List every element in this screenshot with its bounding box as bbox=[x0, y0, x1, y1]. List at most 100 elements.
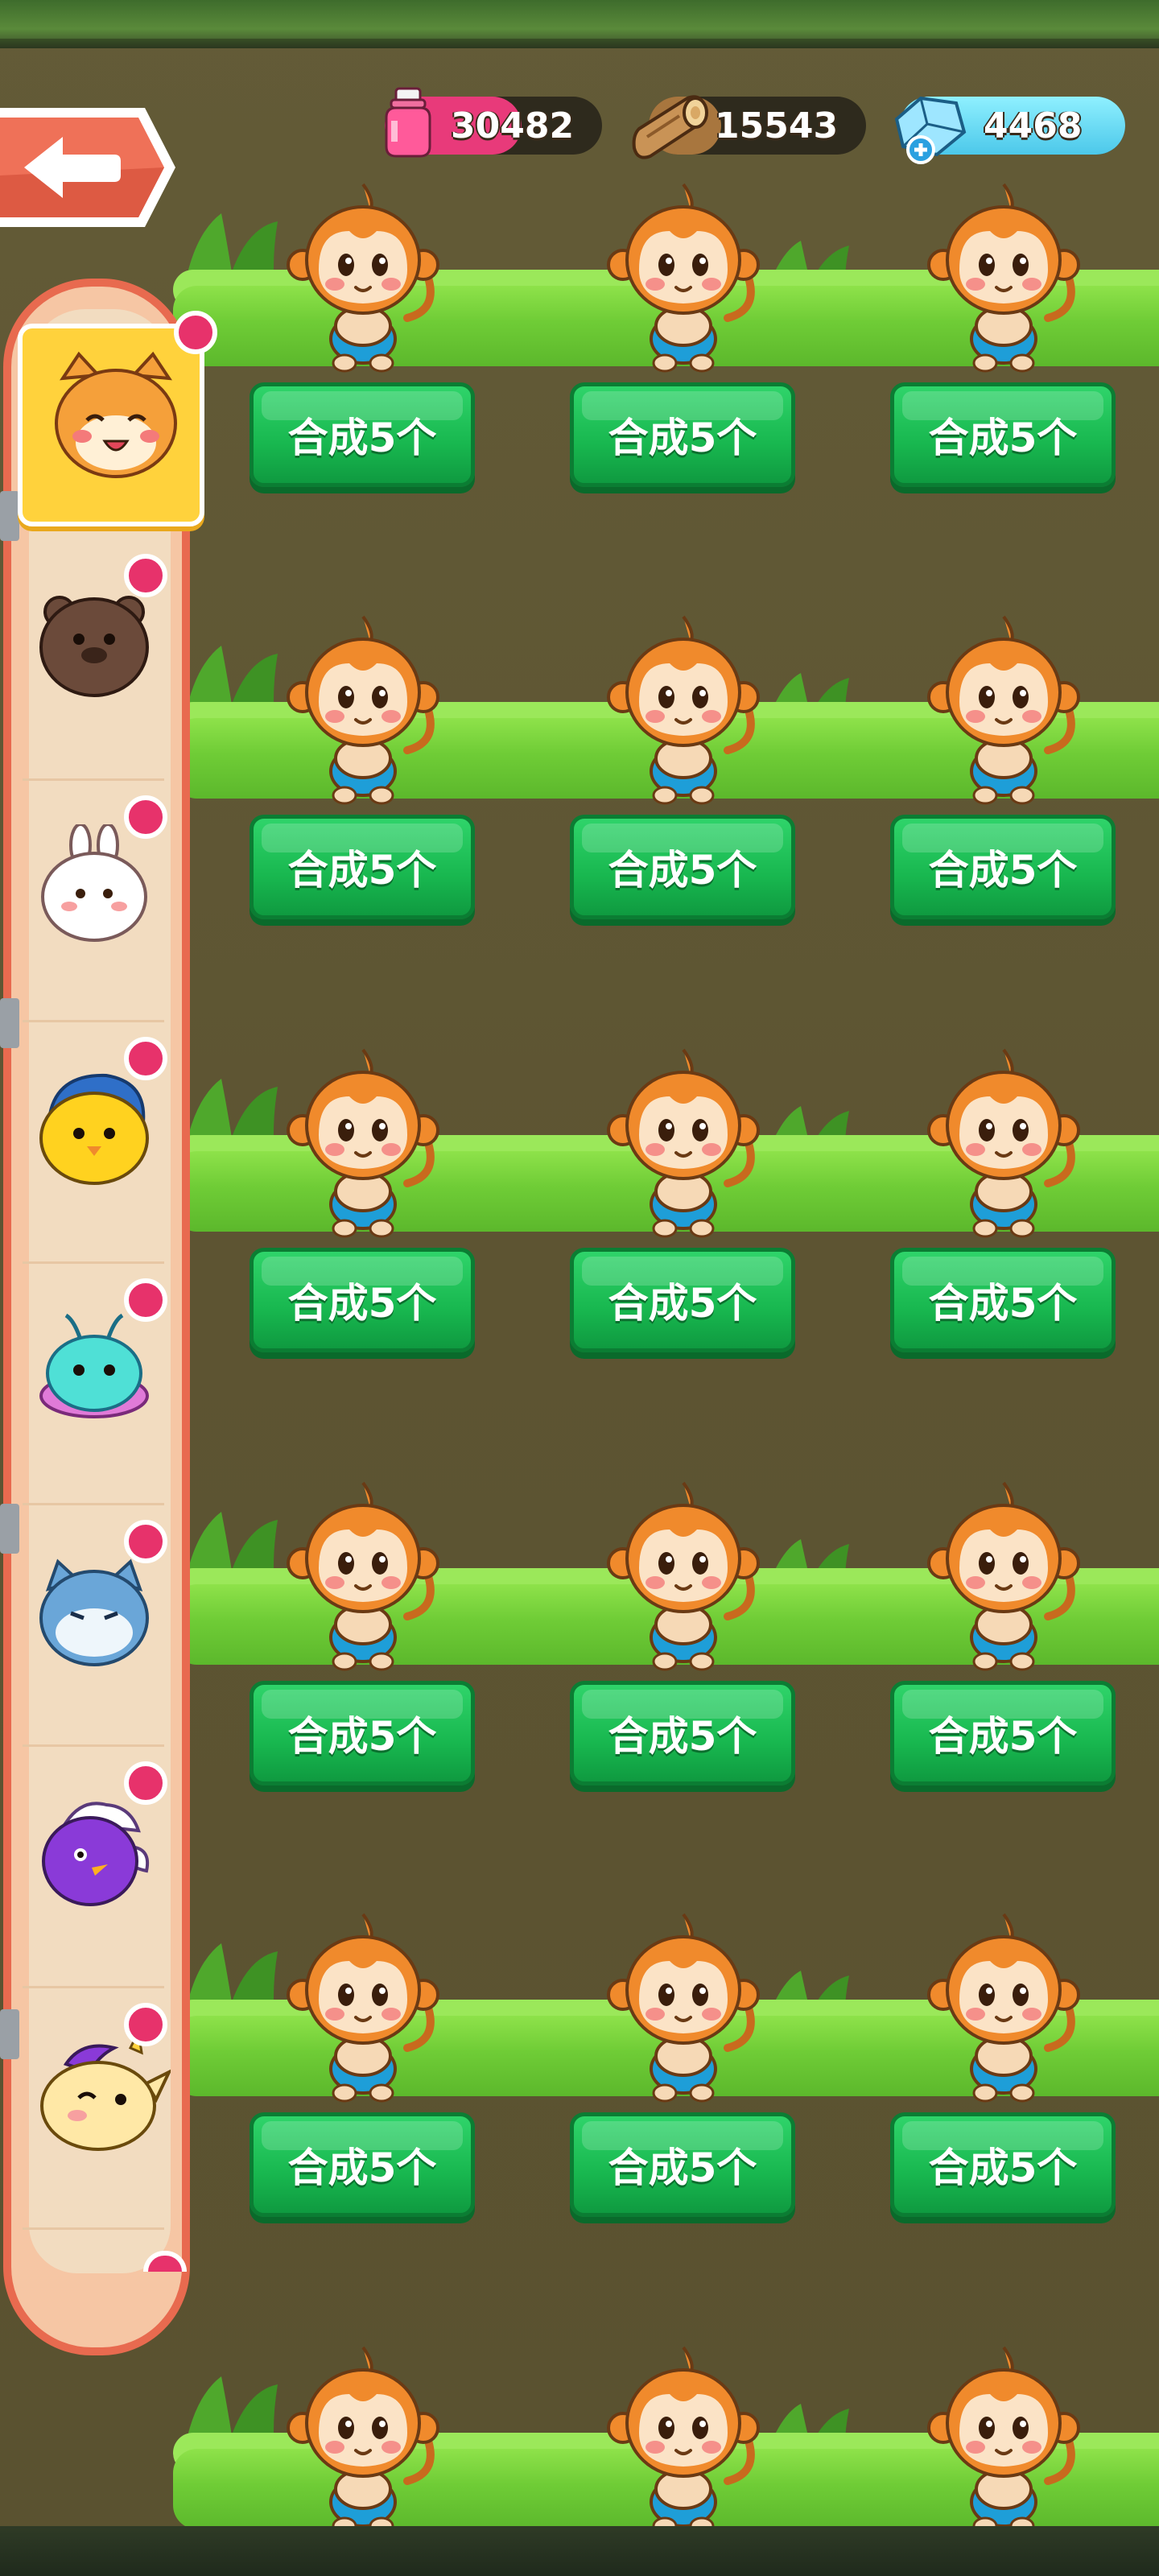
pink-potion-icon bbox=[385, 87, 431, 158]
merge-label: 合成5个 bbox=[608, 847, 757, 894]
potion-counter: 30482 bbox=[385, 87, 602, 158]
back-arrow-icon bbox=[0, 108, 175, 227]
sidebar-tab-unicorn[interactable] bbox=[23, 1996, 171, 2230]
monkey-character bbox=[287, 2346, 439, 2536]
notification-badge bbox=[124, 554, 167, 597]
gem-counter: 4468 bbox=[894, 96, 1125, 164]
merge-5-button[interactable]: 合成5个 bbox=[570, 1681, 795, 1785]
white-rabbit-icon bbox=[41, 824, 147, 942]
sidebar-tab-teal-alien[interactable] bbox=[23, 1272, 167, 1505]
notification-badge bbox=[124, 1278, 167, 1322]
bottom-scene-strip bbox=[0, 2526, 1159, 2576]
merge-5-button[interactable]: 合成5个 bbox=[890, 1248, 1116, 1352]
monkey-character bbox=[287, 1913, 439, 2103]
monkey-cell: 合成5个 bbox=[250, 1911, 475, 2217]
merge-5-button[interactable]: 合成5个 bbox=[890, 2112, 1116, 2217]
notification-badge bbox=[124, 1761, 167, 1805]
monkey-cell: 合成5个 bbox=[250, 613, 475, 919]
merge-label: 合成5个 bbox=[928, 1280, 1078, 1327]
orange-cat-icon bbox=[55, 351, 177, 478]
monkey-character bbox=[607, 1481, 760, 1671]
monkey-cell: 合成5个 bbox=[890, 613, 1116, 919]
potion-value: 30482 bbox=[451, 105, 575, 147]
scroll-clip bbox=[0, 2009, 19, 2059]
sidebar-tab-brown-bear[interactable] bbox=[23, 547, 167, 781]
scroll-clip bbox=[0, 491, 19, 541]
merge-5-button[interactable]: 合成5个 bbox=[250, 815, 475, 919]
merge-5-button[interactable]: 合成5个 bbox=[250, 2112, 475, 2217]
merge-label: 合成5个 bbox=[608, 1280, 757, 1327]
sidebar-tab-blue-cat[interactable] bbox=[23, 1513, 167, 1747]
merge-5-button[interactable]: 合成5个 bbox=[570, 2112, 795, 2217]
gem-value: 4468 bbox=[984, 105, 1083, 147]
merge-label: 合成5个 bbox=[608, 2145, 757, 2191]
brown-bear-icon bbox=[39, 596, 149, 697]
merge-label: 合成5个 bbox=[287, 847, 437, 894]
monkey-character bbox=[607, 1048, 760, 1238]
monkey-cell: 合成5个 bbox=[250, 1046, 475, 1352]
teal-alien-icon bbox=[39, 1313, 149, 1418]
monkey-character bbox=[927, 1481, 1080, 1671]
monkey-character bbox=[607, 615, 760, 805]
monkey-cell: 合成5个 bbox=[570, 1480, 795, 1785]
merge-label: 合成5个 bbox=[287, 2145, 437, 2191]
monkey-cell: 合成5个 bbox=[250, 1480, 475, 1785]
merge-label: 合成5个 bbox=[928, 847, 1078, 894]
scroll-clip bbox=[0, 998, 19, 1048]
merge-5-button[interactable]: 合成5个 bbox=[250, 1681, 475, 1785]
merge-label: 合成5个 bbox=[608, 415, 757, 461]
sidebar-tab-yellow-chick[interactable] bbox=[23, 1030, 167, 1264]
monkey-character bbox=[927, 183, 1080, 373]
monkey-cell: 合成5个 bbox=[890, 181, 1116, 487]
sidebar-tab-orange-cat[interactable] bbox=[18, 311, 217, 526]
merge-label: 合成5个 bbox=[608, 1713, 757, 1760]
monkey-character bbox=[287, 183, 439, 373]
blue-cat-icon bbox=[39, 1558, 149, 1666]
merge-5-button[interactable]: 合成5个 bbox=[570, 815, 795, 919]
blue-gem-icon bbox=[894, 96, 967, 164]
scroll-clip bbox=[0, 1504, 19, 1554]
merge-label: 合成5个 bbox=[287, 415, 437, 461]
notification-badge bbox=[124, 1520, 167, 1563]
unicorn-icon bbox=[40, 2032, 171, 2151]
monkey-cell: 合成5个 bbox=[890, 1046, 1116, 1352]
monkey-cell: 合成5个 bbox=[570, 613, 795, 919]
monkey-cell: 合成5个 bbox=[570, 181, 795, 487]
back-button[interactable] bbox=[0, 103, 179, 232]
merge-label: 合成5个 bbox=[928, 415, 1078, 461]
merge-label: 合成5个 bbox=[287, 1280, 437, 1327]
notification-badge bbox=[124, 1037, 167, 1080]
wood-log-icon bbox=[632, 95, 708, 159]
monkey-character bbox=[287, 1481, 439, 1671]
sidebar-tab-purple-bird[interactable] bbox=[23, 1755, 167, 1988]
merge-5-button[interactable]: 合成5个 bbox=[890, 815, 1116, 919]
notification-badge bbox=[174, 311, 217, 354]
merge-label: 合成5个 bbox=[287, 1713, 437, 1760]
merge-5-button[interactable]: 合成5个 bbox=[890, 382, 1116, 487]
wood-value: 15543 bbox=[715, 105, 839, 147]
wood-counter: 15543 bbox=[632, 95, 866, 159]
game-screen: 合成5个 合成5个 合成5个 合成5个 合成5个 合成5个 合成5个 合成5个 … bbox=[0, 0, 1159, 2576]
monkey-character bbox=[927, 615, 1080, 805]
purple-bird-icon bbox=[42, 1802, 149, 1906]
yellow-chick-icon bbox=[39, 1073, 149, 1185]
notification-badge bbox=[124, 795, 167, 839]
merge-5-button[interactable]: 合成5个 bbox=[570, 1248, 795, 1352]
monkey-cell: 合成5个 bbox=[570, 1046, 795, 1352]
monkey-character bbox=[287, 615, 439, 805]
merge-5-button[interactable]: 合成5个 bbox=[570, 382, 795, 487]
sidebar-tab-white-rabbit[interactable] bbox=[23, 789, 167, 1022]
monkey-cell: 合成5个 bbox=[890, 1911, 1116, 2217]
monkey-character bbox=[927, 1913, 1080, 2103]
monkey-character bbox=[927, 2346, 1080, 2536]
monkey-character bbox=[927, 1048, 1080, 1238]
merge-5-button[interactable]: 合成5个 bbox=[250, 1248, 475, 1352]
monkey-cell: 合成5个 bbox=[570, 1911, 795, 2217]
monkey-cell: 合成5个 bbox=[890, 1480, 1116, 1785]
merge-label: 合成5个 bbox=[928, 1713, 1078, 1760]
monkey-cell: 合成5个 bbox=[250, 181, 475, 487]
monkey-character bbox=[607, 2346, 760, 2536]
merge-5-button[interactable]: 合成5个 bbox=[890, 1681, 1116, 1785]
merge-5-button[interactable]: 合成5个 bbox=[250, 382, 475, 487]
monkey-character bbox=[607, 183, 760, 373]
